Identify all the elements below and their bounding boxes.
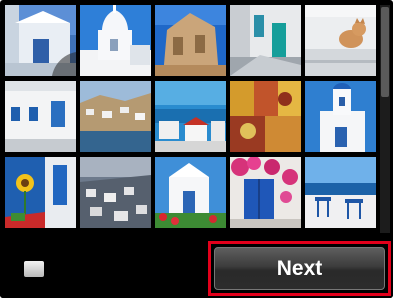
- photo-hillside-village-dusk[interactable]: [80, 157, 151, 228]
- photo-blue-chairs-sea-view[interactable]: [305, 157, 376, 228]
- scrollbar-thumb[interactable]: [381, 7, 389, 97]
- next-button[interactable]: Next: [214, 247, 385, 290]
- photo-spice-market-colors[interactable]: [230, 81, 301, 152]
- photo-white-chapel-blue-bell-tower[interactable]: [305, 81, 376, 152]
- photo-white-chapel-red-flowers[interactable]: [155, 157, 226, 228]
- photo-white-alley-turquoise-door[interactable]: [230, 5, 301, 76]
- photo-seaside-village-red-roof[interactable]: [155, 81, 226, 152]
- photo-grid: [5, 5, 378, 233]
- photo-white-chapel-blue-door[interactable]: [5, 5, 76, 76]
- photo-white-house-blue-windows[interactable]: [5, 81, 76, 152]
- touch-screen: Next: [0, 0, 393, 298]
- photo-stone-ruins-blue-sky[interactable]: [155, 5, 226, 76]
- photo-blue-shutters-bougainvillea[interactable]: [230, 157, 301, 228]
- checkmark-icon: [46, 46, 76, 76]
- photo-white-church-blue-sky[interactable]: [80, 5, 151, 76]
- menu-square-icon[interactable]: [24, 261, 44, 277]
- photo-harbor-town-hillside[interactable]: [80, 81, 151, 152]
- photo-cat-on-white-steps[interactable]: [305, 5, 376, 76]
- photo-sunflower-blue-wall[interactable]: [5, 157, 76, 228]
- scrollbar[interactable]: [380, 5, 390, 233]
